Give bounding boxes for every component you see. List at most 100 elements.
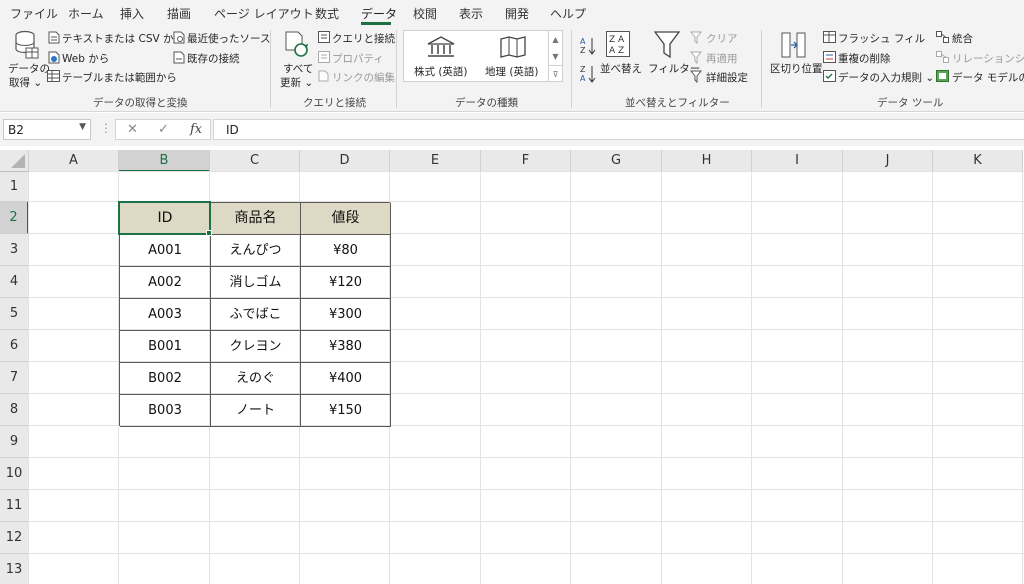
table-cell[interactable]: えのぐ bbox=[211, 363, 301, 395]
column-header-g[interactable]: G bbox=[571, 150, 662, 172]
table-cell[interactable]: ¥150 bbox=[301, 395, 391, 427]
refresh-all-label-2[interactable]: 更新 ⌄ bbox=[280, 75, 313, 90]
remove-duplicates-button[interactable]: 重複の削除 bbox=[838, 51, 891, 66]
get-data-label-1[interactable]: データの bbox=[8, 61, 50, 76]
from-table-range-button[interactable]: テーブルまたは範囲から bbox=[62, 70, 177, 85]
table-header-cell[interactable]: ID bbox=[120, 203, 211, 235]
tab-data[interactable]: データ bbox=[361, 5, 397, 22]
table-cell[interactable]: クレヨン bbox=[211, 331, 301, 363]
existing-connections-button[interactable]: 既存の接続 bbox=[187, 51, 240, 66]
tab-home[interactable]: ホーム bbox=[68, 5, 104, 22]
column-header-a[interactable]: A bbox=[29, 150, 119, 172]
tab-insert[interactable]: 挿入 bbox=[120, 5, 144, 22]
column-header-c[interactable]: C bbox=[210, 150, 300, 172]
table-cell[interactable]: ¥120 bbox=[301, 267, 391, 299]
table-cell[interactable]: ¥380 bbox=[301, 331, 391, 363]
column-header-d[interactable]: D bbox=[300, 150, 390, 172]
formula-input[interactable]: ID bbox=[213, 119, 1024, 140]
geography-button[interactable]: 地理 (英語) bbox=[485, 64, 539, 79]
gallery-up-icon[interactable]: ▲ bbox=[549, 31, 562, 48]
row-header-13[interactable]: 13 bbox=[0, 554, 29, 584]
tab-view[interactable]: 表示 bbox=[459, 5, 483, 22]
get-data-label-2[interactable]: 取得 ⌄ bbox=[9, 75, 42, 90]
database-icon[interactable] bbox=[13, 30, 39, 60]
column-header-b[interactable]: B bbox=[119, 150, 210, 172]
clear-filter-button[interactable]: クリア bbox=[706, 31, 738, 46]
more-options-icon[interactable]: ⋮ bbox=[100, 121, 112, 135]
column-header-k[interactable]: K bbox=[933, 150, 1023, 172]
tab-formulas[interactable]: 数式 bbox=[315, 5, 339, 22]
column-header-h[interactable]: H bbox=[662, 150, 752, 172]
gallery-more-icon[interactable]: ⊽ bbox=[549, 65, 562, 82]
sort-descending-icon[interactable]: ZA bbox=[580, 64, 596, 84]
insert-function-icon[interactable]: fx bbox=[190, 122, 202, 137]
table-cell[interactable]: ノート bbox=[211, 395, 301, 427]
map-icon[interactable] bbox=[500, 36, 526, 58]
bank-icon[interactable] bbox=[426, 36, 456, 58]
tab-page-layout[interactable]: ページ レイアウト bbox=[214, 5, 314, 22]
row-header-1[interactable]: 1 bbox=[0, 172, 29, 202]
edit-links-button[interactable]: リンクの編集 bbox=[332, 70, 395, 85]
row-header-3[interactable]: 3 bbox=[0, 234, 29, 266]
select-all-button[interactable] bbox=[0, 150, 29, 172]
table-cell[interactable]: B002 bbox=[120, 363, 211, 395]
from-text-csv-button[interactable]: テキストまたは CSV から bbox=[62, 31, 184, 46]
filter-icon[interactable] bbox=[654, 31, 680, 59]
row-header-11[interactable]: 11 bbox=[0, 490, 29, 522]
tab-draw[interactable]: 描画 bbox=[167, 5, 191, 22]
data-validation-button[interactable]: データの入力規則 ⌄ bbox=[838, 70, 934, 85]
table-cell[interactable]: B001 bbox=[120, 331, 211, 363]
fill-handle[interactable] bbox=[206, 230, 212, 236]
data-model-button[interactable]: データ モデルの管 bbox=[952, 70, 1024, 85]
row-header-4[interactable]: 4 bbox=[0, 266, 29, 298]
row-header-9[interactable]: 9 bbox=[0, 426, 29, 458]
cancel-icon[interactable]: ✕ bbox=[127, 122, 138, 137]
relationships-button[interactable]: リレーションシップ bbox=[952, 51, 1024, 66]
table-cell[interactable]: ¥300 bbox=[301, 299, 391, 331]
tab-help[interactable]: ヘルプ bbox=[550, 5, 586, 22]
column-header-e[interactable]: E bbox=[390, 150, 481, 172]
refresh-all-icon[interactable] bbox=[284, 31, 310, 59]
sort-icon[interactable]: Z AA Z bbox=[606, 31, 630, 57]
table-cell[interactable]: えんぴつ bbox=[211, 235, 301, 267]
sort-button[interactable]: 並べ替え bbox=[600, 61, 642, 76]
table-cell[interactable]: ¥80 bbox=[301, 235, 391, 267]
row-header-12[interactable]: 12 bbox=[0, 522, 29, 554]
consolidate-button[interactable]: 統合 bbox=[952, 31, 973, 46]
recent-sources-button[interactable]: 最近使ったソース bbox=[187, 31, 270, 46]
sort-ascending-icon[interactable]: AZ bbox=[580, 36, 596, 56]
table-header-cell[interactable]: 値段 bbox=[301, 203, 391, 235]
table-cell[interactable]: A002 bbox=[120, 267, 211, 299]
row-header-7[interactable]: 7 bbox=[0, 362, 29, 394]
table-cell[interactable]: ふでばこ bbox=[211, 299, 301, 331]
reapply-button[interactable]: 再適用 bbox=[706, 51, 738, 66]
queries-connections-button[interactable]: クエリと接続 bbox=[332, 31, 395, 46]
column-header-i[interactable]: I bbox=[752, 150, 843, 172]
column-header-j[interactable]: J bbox=[843, 150, 933, 172]
tab-review[interactable]: 校閲 bbox=[413, 5, 437, 22]
column-header-f[interactable]: F bbox=[481, 150, 571, 172]
row-header-8[interactable]: 8 bbox=[0, 394, 29, 426]
chevron-down-icon[interactable]: ▼ bbox=[79, 122, 86, 132]
table-cell[interactable]: A003 bbox=[120, 299, 211, 331]
from-web-button[interactable]: Web から bbox=[62, 51, 109, 66]
tab-developer[interactable]: 開発 bbox=[505, 5, 529, 22]
properties-button[interactable]: プロパティ bbox=[332, 51, 384, 66]
text-to-columns-icon[interactable] bbox=[781, 31, 807, 59]
tab-file[interactable]: ファイル bbox=[10, 5, 58, 22]
name-box[interactable]: B2 ▼ bbox=[3, 119, 91, 140]
enter-icon[interactable]: ✓ bbox=[158, 122, 169, 137]
table-cell[interactable]: ¥400 bbox=[301, 363, 391, 395]
text-to-columns-button[interactable]: 区切り位置 bbox=[770, 61, 823, 76]
table-cell[interactable]: 消しゴム bbox=[211, 267, 301, 299]
row-header-10[interactable]: 10 bbox=[0, 458, 29, 490]
row-header-6[interactable]: 6 bbox=[0, 330, 29, 362]
table-header-cell[interactable]: 商品名 bbox=[211, 203, 301, 235]
refresh-all-label-1[interactable]: すべて bbox=[283, 61, 313, 76]
flash-fill-button[interactable]: フラッシュ フィル bbox=[838, 31, 925, 46]
table-cell[interactable]: A001 bbox=[120, 235, 211, 267]
table-cell[interactable]: B003 bbox=[120, 395, 211, 427]
advanced-filter-button[interactable]: 詳細設定 bbox=[706, 70, 748, 85]
stocks-button[interactable]: 株式 (英語) bbox=[414, 64, 468, 79]
row-header-5[interactable]: 5 bbox=[0, 298, 29, 330]
